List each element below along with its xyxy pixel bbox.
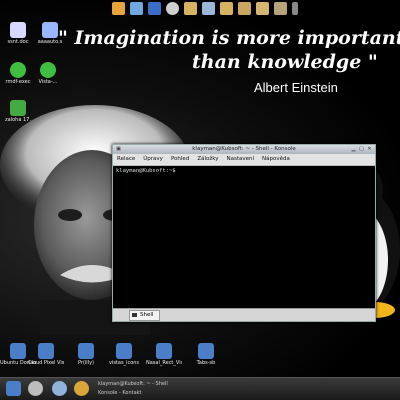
menu-zalozky[interactable]: Záložky (197, 154, 218, 165)
desktop-icon-file[interactable]: ssnt.doc (0, 22, 36, 45)
tab-shell[interactable]: Shell (129, 310, 161, 321)
konsole-window[interactable]: ▣ klayman@Kubsoft: ~ - Shell - Konsole ▁… (112, 144, 376, 322)
desktop-icon-folder[interactable]: Tabs-sb (188, 343, 224, 366)
folder-icon (198, 343, 214, 359)
window-titlebar[interactable]: ▣ klayman@Kubsoft: ~ - Shell - Konsole ▁… (113, 145, 375, 154)
green-disc-icon (40, 62, 56, 78)
quote-line-2: than knowledge " (192, 51, 378, 73)
document-icon (42, 22, 58, 38)
tab-bar: Shell (113, 308, 375, 321)
desktop-icon-label: Nasal_Rect_Vista_Icons (146, 360, 182, 366)
desktop-icon-disc[interactable]: Vista-... (30, 62, 66, 85)
desktop-icon-file[interactable]: aaaauto.s (32, 22, 68, 45)
maximize-icon[interactable]: ▢ (358, 146, 365, 153)
menu-nastaveni[interactable]: Nastavení (226, 154, 254, 165)
desktop-icon-folder[interactable]: Cloud Pixel Vistapl (28, 343, 64, 366)
desktop-icon-label: ssnt.doc (7, 39, 29, 45)
desktop: " Imagination is more important than kno… (0, 0, 400, 400)
desktop-icon-folder[interactable]: Nasal_Rect_Vista_Icons (146, 343, 182, 366)
menu-upravy[interactable]: Úpravy (143, 154, 163, 165)
network-icon[interactable] (130, 1, 143, 15)
folder-icon[interactable] (256, 1, 269, 15)
quote-line-1: " Imagination is more important (58, 27, 400, 49)
folder-icon (78, 343, 94, 359)
terminal-prompt: klayman@Kubsoft:~$ (116, 168, 176, 174)
window-title: klayman@Kubsoft: ~ - Shell - Konsole (192, 146, 296, 152)
document-icon (10, 22, 26, 38)
folder-icon[interactable] (274, 1, 287, 15)
close-icon[interactable]: ✕ (366, 146, 373, 153)
desktop-icon-label: Pr(illy) (77, 360, 94, 366)
desktop-icon-label: aaaauto.s (37, 39, 63, 45)
home-icon[interactable] (112, 1, 125, 15)
menu-relace[interactable]: Relace (117, 154, 135, 165)
tab-label: Shell (140, 312, 154, 318)
top-toolbar (112, 0, 342, 16)
taskbar-entry[interactable]: klayman@Kubsoft: ~ - Shell (98, 381, 168, 387)
folder-icon (116, 343, 132, 359)
bottom-panel: klayman@Kubsoft: ~ - Shell Konsole - Kon… (0, 377, 400, 400)
start-menu-icon[interactable] (6, 381, 21, 396)
search-icon[interactable] (166, 1, 179, 15)
desktop-icon-label: Vista-... (38, 79, 58, 85)
window-menu-icon[interactable]: ▣ (115, 146, 122, 153)
terminal-icon (132, 313, 137, 317)
desktop-icon-label: Tabs-sb (196, 360, 216, 366)
desktop-icon-folder[interactable]: vistas_icons (106, 343, 142, 366)
terminal-area[interactable]: klayman@Kubsoft:~$ (113, 166, 375, 309)
folder-icon[interactable] (238, 1, 251, 15)
menu-pohled[interactable]: Pohled (171, 154, 189, 165)
menubar: Relace Úpravy Pohled Záložky Nastavení N… (113, 154, 375, 166)
green-disc-icon (10, 62, 26, 78)
folder-icon[interactable] (184, 1, 197, 15)
battery-icon (292, 1, 298, 15)
folder-icon[interactable] (202, 1, 215, 15)
desktop-icon-label: vistas_icons (108, 360, 140, 366)
taskbar-entry[interactable]: Konsole - Kontakt (98, 390, 142, 396)
disc-icon[interactable] (28, 381, 43, 396)
folder-icon (38, 343, 54, 359)
shield-icon[interactable] (148, 1, 161, 15)
konsole-taskbar-icon[interactable] (74, 381, 89, 396)
folder-icon (156, 343, 172, 359)
menu-napoveda[interactable]: Nápověda (262, 154, 290, 165)
folder-icon (10, 343, 26, 359)
desktop-icon-label: Cloud Pixel Vistapl (28, 360, 64, 366)
globe-icon[interactable] (52, 381, 67, 396)
quote-author: Albert Einstein (254, 80, 338, 95)
desktop-icon-folder[interactable]: Pr(illy) (68, 343, 104, 366)
folder-icon[interactable] (220, 1, 233, 15)
minimize-icon[interactable]: ▁ (350, 146, 357, 153)
